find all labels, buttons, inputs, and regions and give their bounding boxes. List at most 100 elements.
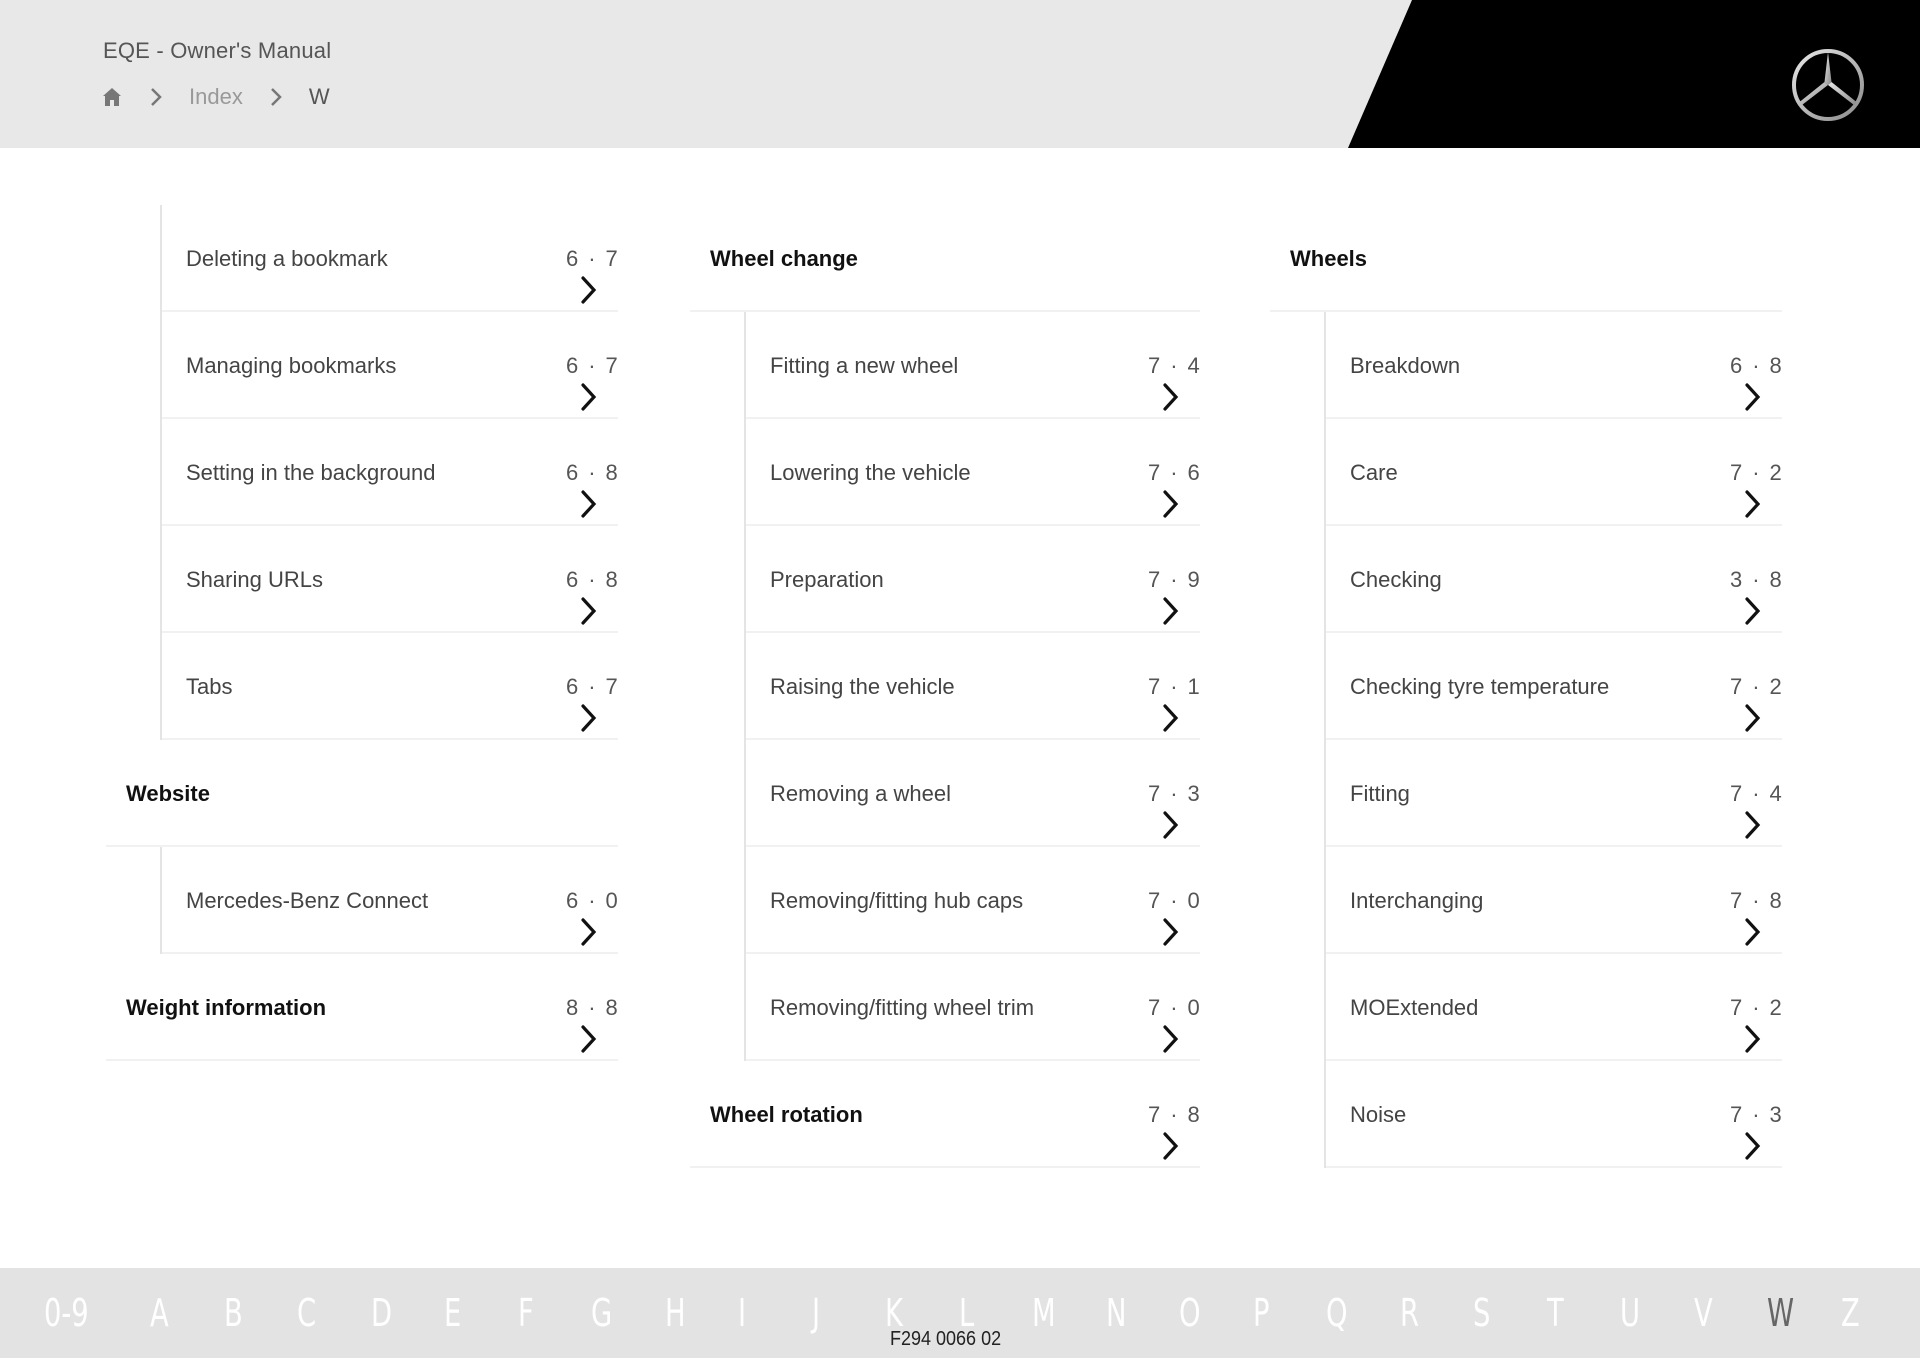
page-link[interactable]: 6·0 [566,847,618,954]
chevron-right-icon[interactable] [1162,886,1180,946]
page-link[interactable]: 6·8 [566,419,618,526]
page-link[interactable]: 7·2 [1730,633,1782,740]
alphabet-letter-e[interactable]: E [444,1290,497,1336]
mercedes-star-logo-icon[interactable] [1790,47,1866,123]
index-sub-entry[interactable]: Fitting 7·4 [1324,740,1782,847]
alphabet-letter-o[interactable]: O [1179,1290,1232,1336]
index-sub-entry[interactable]: Removing/fitting wheel trim 7·0 [744,954,1200,1061]
chevron-right-icon[interactable] [580,993,598,1053]
page-link[interactable]: 7·4 [1148,312,1200,419]
index-heading-entry[interactable]: Wheel rotation 7·8 [690,1061,1200,1168]
chevron-right-icon[interactable] [1162,351,1180,411]
chevron-right-icon[interactable] [580,458,598,518]
alphabet-letter-s[interactable]: S [1473,1290,1526,1336]
chevron-right-icon[interactable] [1744,993,1762,1053]
page-link[interactable]: 6·8 [1730,312,1782,419]
index-sub-entry[interactable]: Fitting a new wheel 7·4 [744,312,1200,419]
chevron-right-icon[interactable] [1744,672,1762,732]
page-link[interactable]: 7·9 [1148,526,1200,633]
chevron-right-icon[interactable] [1162,672,1180,732]
index-sub-entry[interactable]: Noise 7·3 [1324,1061,1782,1168]
alphabet-letter-g[interactable]: G [591,1290,644,1336]
breadcrumb-index-link[interactable]: Index [189,84,243,110]
page-link[interactable]: 7·2 [1730,419,1782,526]
index-sub-entry[interactable]: Checking tyre temperature 7·2 [1324,633,1782,740]
page-link[interactable]: 7·6 [1148,419,1200,526]
home-icon[interactable] [101,86,123,108]
alphabet-letter-0-9[interactable]: 0-9 [44,1290,120,1336]
entry-label: Fitting [1350,781,1410,806]
chevron-right-icon[interactable] [580,351,598,411]
page-link[interactable]: 7·2 [1730,954,1782,1061]
chevron-right-icon[interactable] [1162,458,1180,518]
page-link[interactable]: 7·4 [1730,740,1782,847]
page-link[interactable]: 8·8 [566,954,618,1061]
chevron-right-icon[interactable] [580,672,598,732]
index-sub-entry[interactable]: Sharing URLs 6·8 [160,526,618,633]
page-link[interactable]: 7·8 [1148,1061,1200,1168]
alphabet-letter-z[interactable]: Z [1841,1290,1894,1336]
index-sub-entry[interactable]: Lowering the vehicle 7·6 [744,419,1200,526]
alphabet-letter-t[interactable]: T [1547,1290,1600,1336]
alphabet-letter-w[interactable]: W [1767,1290,1820,1336]
index-heading-entry[interactable]: Weight information 8·8 [106,954,618,1061]
chevron-right-icon[interactable] [1162,779,1180,839]
page-link[interactable]: 6·8 [566,526,618,633]
alphabet-letter-m[interactable]: M [1032,1290,1085,1336]
chevron-right-icon[interactable] [580,565,598,625]
chevron-right-icon[interactable] [1744,1100,1762,1160]
index-sub-entry[interactable]: Preparation 7·9 [744,526,1200,633]
index-sub-entry[interactable]: Deleting a bookmark 6·7 [160,205,618,312]
page-link[interactable]: 7·0 [1148,847,1200,954]
page-link[interactable]: 3·8 [1730,526,1782,633]
page-link[interactable]: 6·7 [566,205,618,312]
index-sub-entry[interactable]: Care 7·2 [1324,419,1782,526]
alphabet-letter-u[interactable]: U [1620,1290,1673,1336]
alphabet-letter-q[interactable]: Q [1326,1290,1379,1336]
alphabet-letter-j[interactable]: J [812,1290,865,1336]
alphabet-letter-c[interactable]: C [297,1290,350,1336]
alphabet-letter-r[interactable]: R [1400,1290,1453,1336]
chevron-right-icon[interactable] [580,244,598,304]
index-sub-entry[interactable]: Tabs 6·7 [160,633,618,740]
index-sub-entry[interactable]: Mercedes-Benz Connect 6·0 [160,847,618,954]
index-sub-entry[interactable]: Raising the vehicle 7·1 [744,633,1200,740]
index-sub-entry[interactable]: Breakdown 6·8 [1324,312,1782,419]
alphabet-letter-n[interactable]: N [1106,1290,1159,1336]
index-sub-entry[interactable]: Interchanging 7·8 [1324,847,1782,954]
entry-label: Checking tyre temperature [1350,674,1610,699]
alphabet-letter-i[interactable]: I [738,1290,791,1336]
chevron-right-icon[interactable] [1744,886,1762,946]
alphabet-letter-h[interactable]: H [665,1290,718,1336]
alphabet-letter-d[interactable]: D [371,1290,424,1336]
index-sub-entry[interactable]: Removing a wheel 7·3 [744,740,1200,847]
page-link[interactable]: 7·1 [1148,633,1200,740]
page-link[interactable]: 6·7 [566,633,618,740]
alphabet-letter-a[interactable]: A [150,1290,203,1336]
entry-label: Raising the vehicle [770,674,955,699]
chevron-right-icon[interactable] [1162,1100,1180,1160]
index-sub-entry[interactable]: Managing bookmarks 6·7 [160,312,618,419]
entry-label: Lowering the vehicle [770,460,971,485]
alphabet-letter-b[interactable]: B [224,1290,277,1336]
alphabet-letter-p[interactable]: P [1253,1290,1306,1336]
chevron-right-icon[interactable] [1744,351,1762,411]
entry-label: Fitting a new wheel [770,353,959,378]
chevron-right-icon[interactable] [1744,565,1762,625]
index-sub-entry[interactable]: MOExtended 7·2 [1324,954,1782,1061]
page-link[interactable]: 7·0 [1148,954,1200,1061]
page-link[interactable]: 7·3 [1148,740,1200,847]
page-link[interactable]: 7·8 [1730,847,1782,954]
page-link[interactable]: 7·3 [1730,1061,1782,1168]
alphabet-letter-f[interactable]: F [518,1290,571,1336]
chevron-right-icon[interactable] [1162,565,1180,625]
chevron-right-icon[interactable] [1744,779,1762,839]
alphabet-letter-v[interactable]: V [1694,1290,1747,1336]
chevron-right-icon[interactable] [580,886,598,946]
index-sub-entry[interactable]: Checking 3·8 [1324,526,1782,633]
index-sub-entry[interactable]: Setting in the background 6·8 [160,419,618,526]
chevron-right-icon[interactable] [1162,993,1180,1053]
index-sub-entry[interactable]: Removing/fitting hub caps 7·0 [744,847,1200,954]
chevron-right-icon[interactable] [1744,458,1762,518]
page-link[interactable]: 6·7 [566,312,618,419]
